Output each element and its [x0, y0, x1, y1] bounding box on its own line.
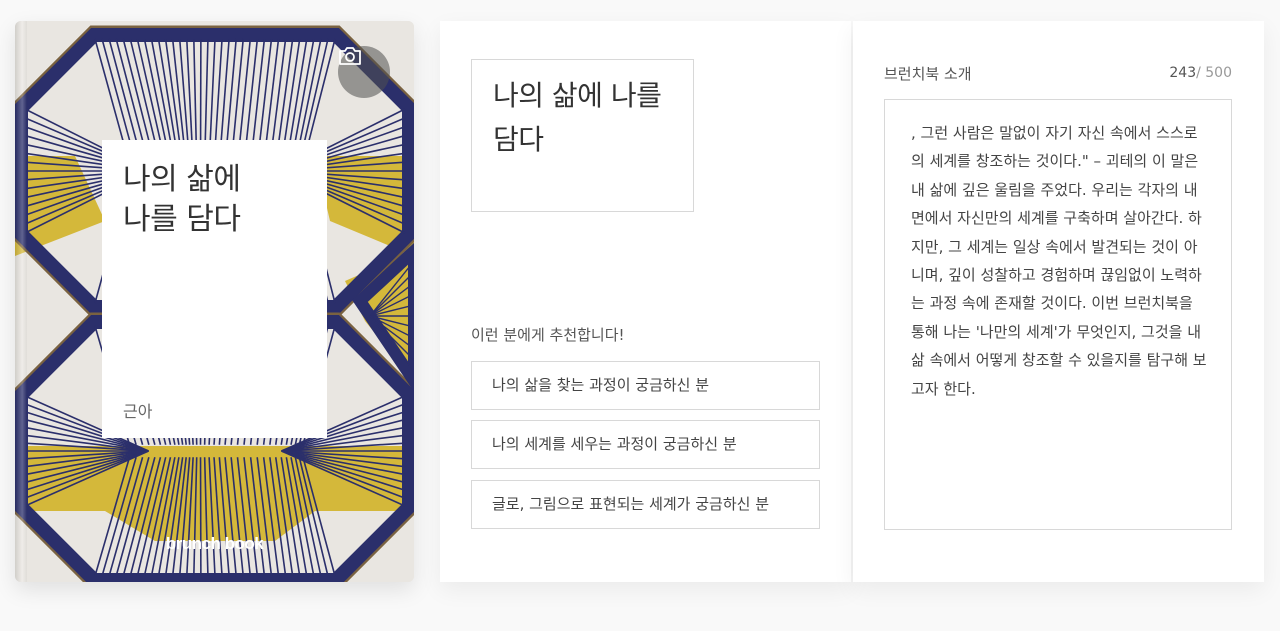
char-count: 243 — [1169, 65, 1197, 81]
book-info-panel: 나의 삶에 나를 담다 이런 분에게 추천합니다! 나의 삶을 찾는 과정이 궁… — [440, 21, 851, 582]
change-cover-button[interactable] — [338, 46, 390, 98]
cover-author: 근아 — [123, 402, 153, 421]
book-cover: 나의 삶에 나를 담다 근아 brunch book — [15, 21, 414, 582]
recommend-label: 이런 분에게 추천합니다! — [471, 326, 625, 344]
camera-icon — [339, 47, 361, 65]
char-max: / 500 — [1196, 65, 1232, 81]
book-title-field[interactable]: 나의 삶에 나를 담다 — [471, 59, 694, 212]
book-spine — [15, 21, 27, 582]
cover-title-card: 나의 삶에 나를 담다 근아 — [102, 140, 327, 438]
recommendation-field-1[interactable]: 나의 삶을 찾는 과정이 궁금하신 분 — [471, 361, 820, 410]
book-intro-panel: 브런치북 소개 243/ 500 , 그런 사람은 말없이 자기 자신 속에서 … — [853, 21, 1264, 582]
brunch-book-logo: brunch book — [165, 534, 264, 553]
char-counter: 243/ 500 — [1169, 65, 1232, 81]
cover-title: 나의 삶에 나를 담다 — [123, 162, 241, 237]
recommendation-field-3[interactable]: 글로, 그림으로 표현되는 세계가 궁금하신 분 — [471, 480, 820, 529]
book-title-text: 나의 삶에 나를 담다 — [493, 79, 662, 156]
intro-textarea[interactable]: , 그런 사람은 말없이 자기 자신 속에서 스스로의 세계를 창조하는 것이다… — [884, 99, 1232, 530]
recommendation-field-2[interactable]: 나의 세계를 세우는 과정이 궁금하신 분 — [471, 420, 820, 469]
intro-label: 브런치북 소개 — [884, 65, 972, 83]
